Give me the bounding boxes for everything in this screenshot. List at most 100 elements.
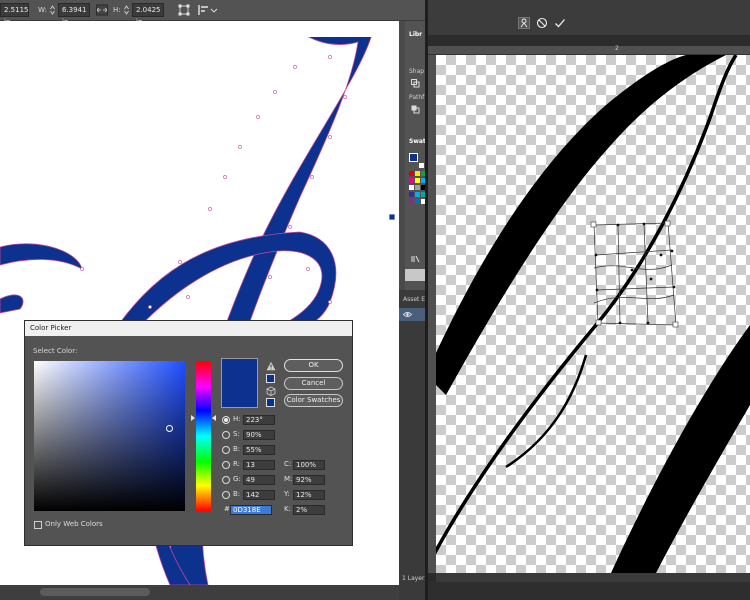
swatch[interactable]	[415, 192, 420, 197]
red-radio[interactable]	[222, 461, 230, 469]
green-radio[interactable]	[222, 476, 230, 484]
swatch[interactable]	[409, 192, 414, 197]
magenta-field[interactable]: 92%	[293, 475, 325, 485]
blue-swash-left[interactable]	[0, 243, 83, 270]
height-label: H:	[113, 6, 121, 14]
photoshop-canvas[interactable]	[436, 55, 750, 573]
swatch[interactable]	[409, 185, 414, 190]
hex-label: #	[224, 505, 230, 513]
horizontal-scroll-thumb[interactable]	[40, 588, 150, 596]
artboard-top	[0, 21, 399, 37]
cancel-button[interactable]: Cancel	[284, 377, 343, 390]
vertical-ruler	[428, 55, 436, 573]
saturation-brightness-field[interactable]	[34, 361, 185, 511]
only-web-colors-label: Only Web Colors	[45, 520, 103, 528]
x-position-field[interactable]: 2.5115 in	[0, 3, 29, 26]
hex-field[interactable]: 0D318E	[230, 505, 272, 515]
pathfinder-panel-label: Pathf	[409, 94, 425, 101]
saturation-radio[interactable]	[222, 431, 230, 439]
hue-field[interactable]: 223°	[243, 415, 275, 425]
blue-loop-fragment[interactable]	[0, 294, 24, 314]
ok-button[interactable]: OK	[284, 359, 343, 372]
swatch[interactable]	[409, 171, 414, 176]
out-of-gamut-warning-icon[interactable]	[266, 361, 276, 371]
web-safe-color-swatch[interactable]	[266, 398, 275, 407]
hue-slider-arrow-left-icon[interactable]	[191, 415, 195, 421]
color-field-cursor[interactable]	[166, 425, 173, 432]
fill-color-swatch[interactable]	[409, 153, 418, 162]
red-label: R:	[233, 460, 241, 468]
black-label: K:	[284, 505, 291, 513]
color-swatches-button[interactable]: Color Swatches	[284, 394, 343, 407]
swatch[interactable]	[415, 199, 420, 204]
brightness-label: B:	[233, 445, 241, 453]
yellow-label: Y:	[284, 490, 290, 498]
chevron-down-icon[interactable]	[210, 4, 218, 16]
horizontal-ruler: 2	[428, 45, 750, 55]
pathfinder-icon[interactable]	[411, 105, 420, 114]
cyan-field[interactable]: 100%	[293, 460, 325, 470]
saturation-label: S:	[233, 430, 240, 438]
blue-field[interactable]: 142	[243, 490, 275, 500]
black-field[interactable]: 2%	[293, 505, 325, 515]
saturation-field[interactable]: 90%	[243, 430, 275, 440]
photoshop-status-bar	[428, 582, 750, 600]
shape-panel-label: Shap	[409, 68, 425, 75]
document-tab-strip	[428, 36, 750, 46]
hue-slider-arrow-right-icon[interactable]	[212, 415, 216, 421]
asset-export-panel	[399, 290, 425, 600]
panel-menu-strip	[405, 269, 425, 281]
cyan-label: C:	[284, 460, 292, 468]
width-stepper-icon[interactable]	[50, 4, 55, 16]
swatches-panel-tab[interactable]: Swat	[409, 138, 426, 145]
color-picker-dialog: Color Picker Select Color: OK Cancel Col…	[24, 320, 353, 546]
hue-radio[interactable]	[222, 416, 230, 424]
swatch[interactable]	[419, 163, 424, 168]
hue-label: H:	[233, 415, 241, 423]
layer-count: 1 Layer	[402, 575, 425, 582]
height-field[interactable]: 2.0425 in	[132, 3, 164, 26]
brightness-field[interactable]: 55%	[243, 445, 275, 455]
illustrator-control-bar: 2.5115 in W: 6.3941 in H: 2.0425 in	[0, 0, 425, 26]
bounding-box-handle-icon[interactable]	[388, 213, 396, 221]
red-field[interactable]: 13	[243, 460, 275, 470]
pixel-artwork[interactable]	[436, 55, 750, 573]
photoshop-horizontal-scrollbar[interactable]	[436, 573, 750, 582]
swatch[interactable]	[409, 178, 414, 183]
shape-mode-icon[interactable]	[411, 79, 420, 88]
black-hairline[interactable]	[505, 354, 588, 469]
green-label: G:	[233, 475, 241, 483]
screen: 2.5115 in W: 6.3941 in H: 2.0425 in	[0, 0, 750, 600]
brightness-radio[interactable]	[222, 446, 230, 454]
swatch[interactable]	[415, 178, 420, 183]
swatch[interactable]	[409, 199, 414, 204]
black-lower-stroke[interactable]	[611, 325, 750, 573]
green-field[interactable]: 49	[243, 475, 275, 485]
only-web-colors-checkbox[interactable]	[34, 521, 42, 529]
dialog-title: Color Picker	[25, 321, 352, 336]
blue-radio[interactable]	[222, 491, 230, 499]
magenta-label: M:	[284, 475, 293, 483]
visibility-eye-icon[interactable]	[403, 311, 412, 318]
commit-transform-icon[interactable]	[554, 17, 566, 29]
puppet-warp-icon[interactable]	[518, 17, 530, 29]
align-icon[interactable]	[198, 4, 210, 16]
yellow-field[interactable]: 12%	[293, 490, 325, 500]
select-color-label: Select Color:	[33, 347, 78, 355]
cancel-transform-icon[interactable]	[536, 17, 548, 29]
photoshop-options-bar	[428, 0, 750, 36]
transform-icon[interactable]	[178, 4, 190, 16]
new-color-preview	[221, 358, 258, 408]
swatch[interactable]	[415, 185, 420, 190]
constrain-proportions-link-icon[interactable]	[96, 4, 108, 16]
height-stepper-icon[interactable]	[124, 4, 129, 16]
libraries-panel-tab[interactable]: Libr	[409, 31, 422, 38]
swatch-library-icon[interactable]	[411, 255, 421, 263]
hue-slider[interactable]	[196, 361, 211, 511]
blue-label: B:	[233, 490, 241, 498]
gamut-color-swatch[interactable]	[266, 374, 275, 383]
width-label: W:	[38, 6, 47, 14]
web-safe-cube-icon[interactable]	[266, 386, 276, 396]
width-field[interactable]: 6.3941 in	[58, 3, 90, 26]
swatch[interactable]	[415, 171, 420, 176]
